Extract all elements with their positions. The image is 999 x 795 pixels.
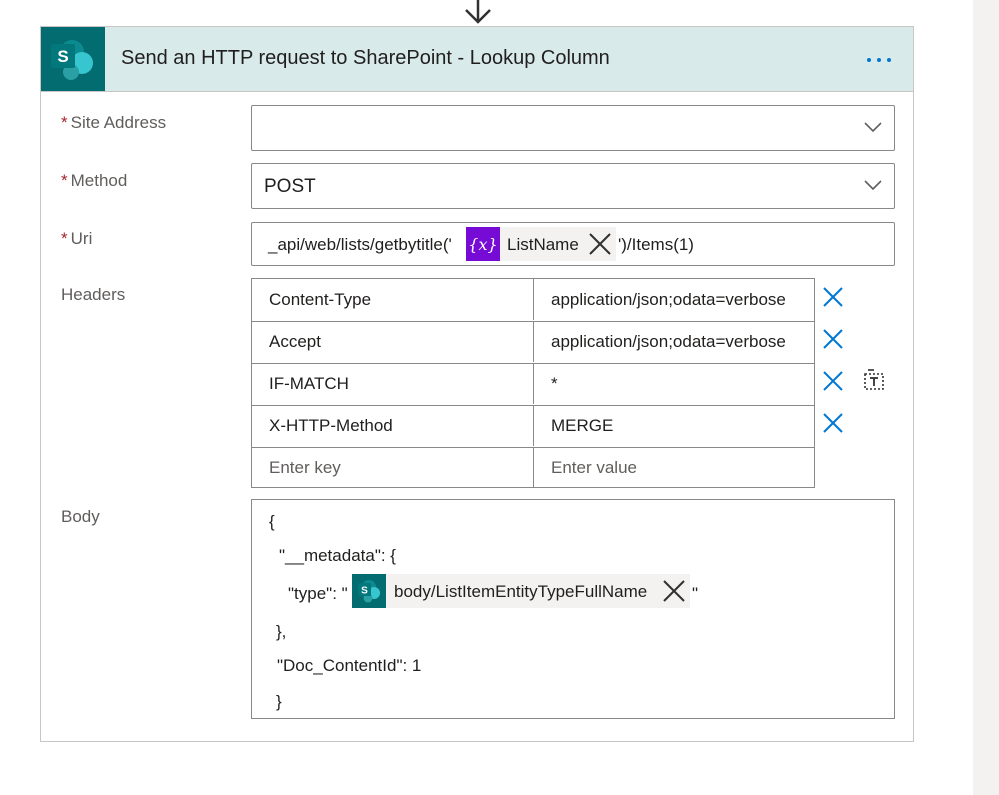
site-address-label: * Site Address: [61, 113, 167, 132]
variable-icon: {x}: [466, 227, 500, 261]
body-line: },: [276, 622, 287, 641]
headers-table: Content-Type application/json;odata=verb…: [251, 278, 815, 488]
header-value-input[interactable]: application/json;odata=verbose: [534, 279, 814, 320]
header-key-input[interactable]: X-HTTP-Method: [252, 405, 534, 446]
body-line: {: [269, 512, 275, 531]
uri-prefix-text: _api/web/lists/getbytitle(': [268, 235, 452, 254]
action-card: S Send an HTTP request to SharePoint - L…: [40, 26, 914, 742]
token-label: body/ListItemEntityTypeFullName: [394, 582, 648, 601]
remove-token-icon[interactable]: [661, 578, 687, 604]
list-item-entity-type-token[interactable]: S body/ListItemEntityTypeFullName: [352, 574, 690, 608]
table-row: IF-MATCH *: [252, 363, 814, 406]
header-key-input[interactable]: Accept: [252, 321, 534, 362]
uri-label: * Uri: [61, 229, 93, 248]
body-line: "Doc_ContentId": 1: [277, 656, 422, 675]
chevron-down-icon: [864, 180, 882, 191]
new-header-value-input[interactable]: Enter value: [534, 447, 814, 488]
header-key-input[interactable]: IF-MATCH: [252, 363, 534, 404]
delete-row-icon[interactable]: [822, 286, 844, 308]
headers-label: Headers: [61, 285, 126, 304]
down-arrow-icon: [465, 0, 491, 24]
new-header-key-input[interactable]: Enter key: [252, 447, 534, 488]
table-row: Accept application/json;odata=verbose: [252, 321, 814, 364]
header-value-input[interactable]: *: [534, 363, 814, 404]
method-label: * Method: [61, 171, 128, 190]
sharepoint-logo-icon: S: [352, 574, 386, 608]
listname-token[interactable]: {x} ListName: [466, 227, 616, 261]
table-row: Content-Type application/json;odata=verb…: [252, 279, 814, 322]
delete-row-icon[interactable]: [822, 412, 844, 434]
header-value-input[interactable]: application/json;odata=verbose: [534, 321, 814, 362]
card-header[interactable]: S Send an HTTP request to SharePoint - L…: [41, 27, 913, 92]
body-line: }: [276, 692, 282, 711]
switch-to-text-mode-icon[interactable]: [862, 368, 886, 392]
header-value-input[interactable]: MERGE: [534, 405, 814, 446]
more-options-icon[interactable]: [867, 58, 891, 62]
method-dropdown[interactable]: POST: [251, 163, 895, 209]
chevron-down-icon: [864, 122, 882, 133]
body-editor[interactable]: { "__metadata": { "type": " S body/ListI…: [251, 499, 895, 719]
uri-input[interactable]: _api/web/lists/getbytitle(' {x} ListName…: [251, 222, 895, 266]
svg-text:S: S: [361, 586, 368, 597]
table-row: Enter key Enter value: [252, 447, 814, 489]
right-scroll-strip: [973, 0, 999, 795]
body-line: ": [692, 584, 699, 603]
delete-row-icon[interactable]: [822, 370, 844, 392]
table-row: X-HTTP-Method MERGE: [252, 405, 814, 448]
delete-row-icon[interactable]: [822, 328, 844, 350]
card-title: Send an HTTP request to SharePoint - Loo…: [121, 47, 610, 69]
sharepoint-logo-icon: S: [41, 27, 105, 91]
body-label: Body: [61, 507, 100, 526]
uri-suffix-text: ')/Items(1): [618, 235, 694, 254]
site-address-dropdown[interactable]: [251, 105, 895, 151]
body-line: "type": ": [288, 584, 348, 603]
header-key-input[interactable]: Content-Type: [252, 279, 534, 320]
remove-token-icon[interactable]: [587, 231, 613, 257]
method-value: POST: [264, 176, 316, 197]
listname-token-label: ListName: [507, 235, 579, 254]
svg-text:S: S: [57, 47, 68, 66]
body-line: "__metadata": {: [279, 546, 396, 565]
